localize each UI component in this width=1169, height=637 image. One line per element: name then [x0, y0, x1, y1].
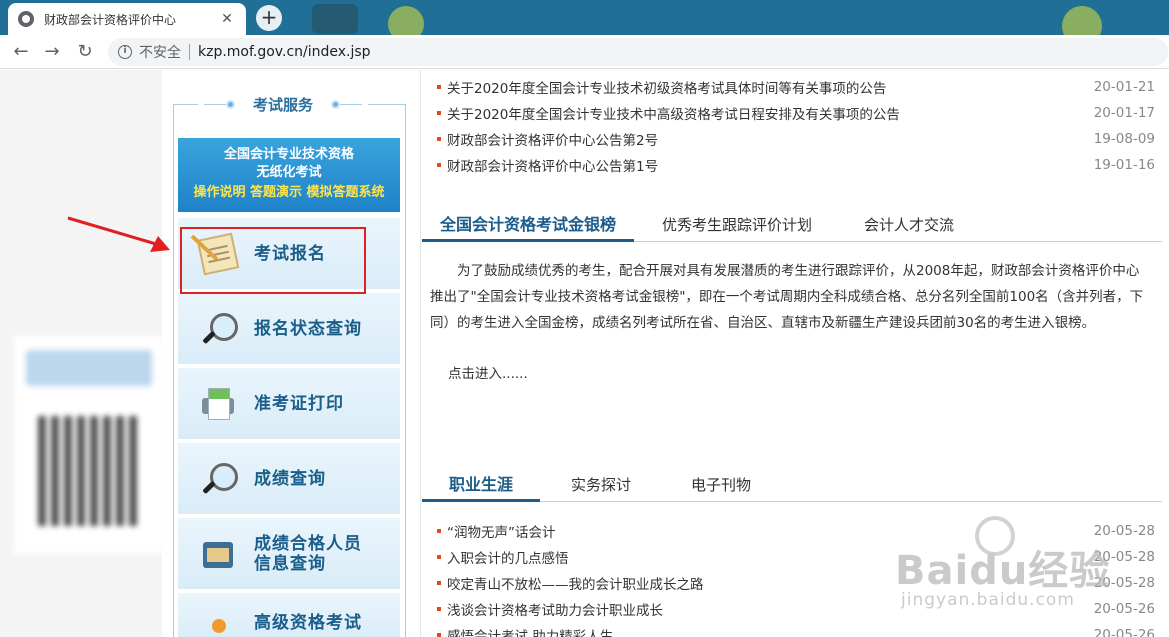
bullet-icon: [437, 555, 441, 559]
highlight-box: [180, 227, 366, 294]
service-label: 成绩合格人员 信息查询: [254, 534, 362, 574]
tab-career[interactable]: 职业生涯: [422, 470, 540, 502]
bullet-icon: [437, 137, 441, 141]
service-label: 准考证打印: [254, 393, 344, 414]
notice-date: 20-01-21: [1093, 79, 1155, 95]
divider: [189, 44, 190, 60]
header-banner-decoration: [312, 4, 358, 34]
admission-ticket-print-button[interactable]: 准考证打印: [178, 368, 400, 441]
qr-header: [26, 350, 152, 386]
service-label: 成绩查询: [254, 468, 326, 489]
browser-tab[interactable]: 财政部会计资格评价中心 ✕: [8, 3, 246, 35]
info-icon[interactable]: i: [118, 45, 132, 59]
bullet-icon: [437, 163, 441, 167]
tab-practice[interactable]: 实务探讨: [571, 470, 631, 502]
bullet-dot-icon: [225, 99, 235, 109]
banner-line: 无纸化考试: [256, 165, 322, 180]
notice-date: 19-01-16: [1093, 157, 1155, 173]
bullet-icon: [437, 607, 441, 611]
tab-tracking-plan[interactable]: 优秀考生跟踪评价计划: [662, 210, 812, 242]
list-item[interactable]: 关于2020年度全国会计专业技术中高级资格考试日程安排及有关事项的公告 20-0…: [437, 100, 1155, 126]
watermark-brand: Baidu经验: [895, 548, 1111, 594]
qualified-personnel-query-button[interactable]: 成绩合格人员 信息查询: [178, 518, 400, 591]
url-text[interactable]: kzp.mof.gov.cn/index.jsp: [198, 44, 371, 60]
qr-code-icon: [38, 416, 138, 526]
service-label-line: 成绩合格人员: [254, 533, 362, 554]
pin-icon: [200, 613, 236, 637]
divider: [203, 103, 226, 105]
magnifier-icon: [200, 461, 238, 497]
service-label: 高级资格考试: [254, 613, 362, 633]
section-title: 考试服务: [252, 95, 313, 114]
score-query-button[interactable]: 成绩查询: [178, 443, 400, 516]
address-bar[interactable]: i 不安全 kzp.mof.gov.cn/index.jsp: [108, 38, 1168, 66]
list-item[interactable]: 财政部会计资格评价中心公告第2号 19-08-09: [437, 126, 1155, 152]
enter-link[interactable]: 点击进入......: [448, 362, 528, 382]
close-icon[interactable]: ✕: [218, 11, 236, 27]
bullet-icon: [437, 581, 441, 585]
tab-ejournal[interactable]: 电子刊物: [691, 470, 751, 502]
service-label-line: 信息查询: [254, 553, 326, 574]
banner-line: 全国会计专业技术资格: [223, 147, 354, 162]
tab-gold-list[interactable]: 全国会计资格考试金银榜: [422, 210, 634, 242]
notice-title[interactable]: 关于2020年度全国会计专业技术初级资格考试具体时间等有关事项的公告: [447, 77, 1094, 97]
banner-links[interactable]: 操作说明 答题演示 模拟答题系统: [178, 182, 400, 204]
list-item[interactable]: 关于2020年度全国会计专业技术初级资格考试具体时间等有关事项的公告 20-01…: [437, 74, 1155, 100]
header-banner-decoration: [1062, 6, 1102, 35]
notice-title[interactable]: 财政部会计资格评价中心公告第1号: [447, 155, 1094, 175]
registration-status-button[interactable]: 报名状态查询: [178, 293, 400, 366]
gold-list-tabs: 全国会计资格考试金银榜 优秀考生跟踪评价计划 会计人才交流: [422, 210, 1162, 242]
globe-icon: [18, 11, 34, 27]
service-label: 报名状态查询: [254, 318, 362, 339]
bullet-icon: [437, 633, 441, 637]
paperless-exam-banner[interactable]: 全国会计专业技术资格 无纸化考试 操作说明 答题演示 模拟答题系统: [178, 138, 400, 212]
magnifier-icon: [200, 311, 238, 347]
folder-box-icon: [200, 536, 236, 572]
printer-icon: [200, 386, 236, 422]
divider: [340, 103, 362, 105]
notice-title[interactable]: 关于2020年度全国会计专业技术中高级资格考试日程安排及有关事项的公告: [447, 103, 1094, 123]
notice-date: 19-08-09: [1093, 131, 1155, 147]
red-arrow-icon: [67, 216, 170, 252]
tab-title: 财政部会计资格评价中心: [44, 12, 177, 27]
notice-title[interactable]: 财政部会计资格评价中心公告第2号: [447, 129, 1094, 149]
reload-icon[interactable]: ↻: [74, 41, 96, 63]
career-tabs: 职业生涯 实务探讨 电子刊物: [422, 470, 1162, 502]
bullet-icon: [437, 529, 441, 533]
back-arrow-icon[interactable]: ←: [10, 41, 32, 63]
bullet-icon: [437, 85, 441, 89]
divider: [420, 70, 421, 637]
qr-code-blurred: [14, 336, 164, 554]
watermark-site: jingyan.baidu.com: [901, 590, 1075, 610]
gold-list-description: 为了鼓励成绩优秀的考生，配合开展对具有发展潜质的考生进行跟踪评价，从2008年起…: [430, 263, 1144, 331]
list-item[interactable]: 财政部会计资格评价中心公告第1号 19-01-16: [437, 152, 1155, 178]
header-banner-decoration: [388, 6, 424, 35]
bullet-dot-icon: [331, 99, 340, 109]
new-tab-button[interactable]: +: [256, 5, 282, 31]
browser-tabstrip: 财政部会计资格评价中心 ✕ +: [0, 0, 1169, 35]
notice-date: 20-01-17: [1093, 105, 1155, 121]
forward-arrow-icon[interactable]: →: [41, 41, 63, 63]
bullet-icon: [437, 111, 441, 115]
exam-service-header: 考试服务: [198, 93, 368, 115]
security-label: 不安全: [139, 45, 181, 61]
tab-talent-exchange[interactable]: 会计人才交流: [864, 210, 954, 242]
baidu-watermark: Baidu经验 jingyan.baidu.com: [893, 510, 1153, 630]
browser-toolbar: ← → ↻ i 不安全 kzp.mof.gov.cn/index.jsp: [0, 35, 1169, 69]
senior-exam-button[interactable]: 高级资格考试: [178, 593, 400, 637]
